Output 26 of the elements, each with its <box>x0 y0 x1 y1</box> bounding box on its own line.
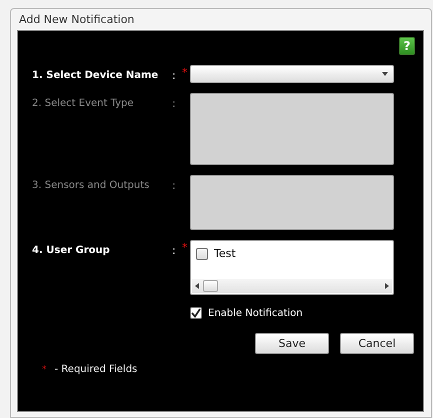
scroll-right-icon[interactable] <box>385 283 389 289</box>
field-label: 3. Sensors and Outputs <box>32 179 150 191</box>
enable-checkbox[interactable] <box>190 307 202 319</box>
checkbox-label: Enable Notification <box>208 308 303 318</box>
scroll-left-icon[interactable] <box>195 283 199 289</box>
field-label: 2. Select Event Type <box>32 97 135 109</box>
dropdown-arrow-icon <box>382 72 388 76</box>
save-button[interactable]: Save <box>255 333 329 354</box>
window-title: Add New Notification <box>18 12 134 28</box>
colon: : <box>172 243 177 257</box>
colon: : <box>172 178 177 192</box>
colon: : <box>172 68 177 82</box>
required-mark: * <box>182 65 188 79</box>
field-label: 1. Select Device Name <box>32 69 160 81</box>
checkbox-label: Test <box>214 247 236 260</box>
field-label: 4. User Group <box>32 244 111 256</box>
horizontal-scrollbar[interactable] <box>192 279 392 293</box>
cancel-button[interactable]: Cancel <box>340 333 414 354</box>
colon: : <box>172 96 177 110</box>
required-mark: * <box>182 240 188 254</box>
checkbox[interactable] <box>196 248 208 260</box>
check-icon <box>191 308 201 318</box>
required-mark: * <box>42 364 46 374</box>
device-dropdown[interactable] <box>190 65 394 83</box>
legend-text: - Required Fields <box>54 364 138 375</box>
scroll-thumb[interactable] <box>203 280 218 292</box>
